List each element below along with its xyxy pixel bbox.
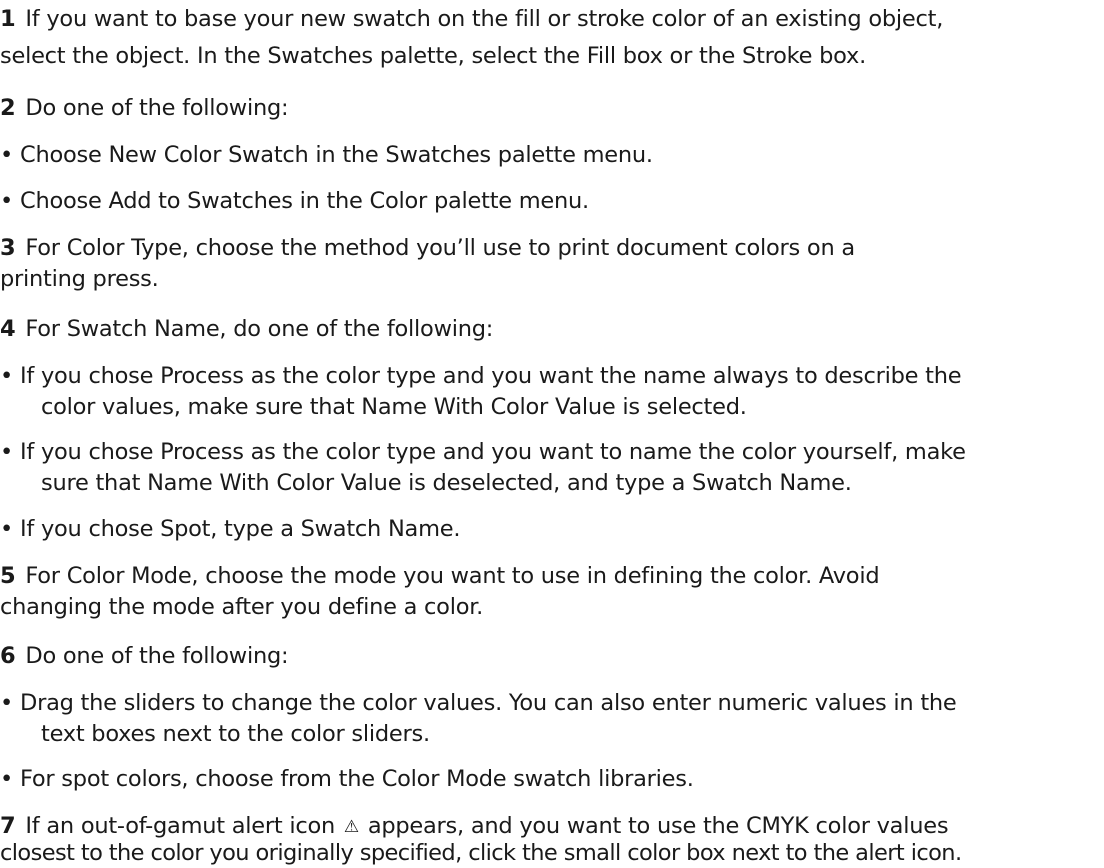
- step-number: 7: [0, 813, 16, 839]
- step-text: changing the mode after you define a col…: [0, 594, 484, 620]
- bullet-text: If you chose Spot, type a Swatch Name.: [20, 516, 461, 542]
- bullet-text-continued: sure that Name With Color Value is desel…: [41, 470, 852, 496]
- step-text: Do one of the following:: [25, 643, 289, 669]
- step-text: appears, and you want to use the CMYK co…: [367, 813, 949, 839]
- step-number: 6: [0, 643, 16, 669]
- step-5-line-1: 5 For Color Mode, choose the mode you wan…: [0, 561, 880, 591]
- bullet-dot: •: [0, 690, 14, 716]
- step-text: closest to the color you originally spec…: [0, 840, 962, 866]
- step-text: Do one of the following:: [25, 95, 289, 121]
- step-number: 1: [0, 6, 16, 32]
- bullet-text: If you chose Process as the color type a…: [20, 363, 962, 389]
- bullet-text: Drag the sliders to change the color val…: [20, 690, 957, 716]
- step-5-line-2: changing the mode after you define a col…: [0, 592, 483, 622]
- step-text: If an out-of-gamut alert icon: [25, 813, 336, 839]
- step-number: 4: [0, 316, 16, 342]
- step-6-line-1: 6 Do one of the following:: [0, 641, 289, 671]
- bullet-dot: •: [0, 766, 14, 792]
- step-text: For Swatch Name, do one of the following…: [25, 316, 494, 342]
- step-number: 3: [0, 235, 16, 261]
- step-3-line-1: 3 For Color Type, choose the method you’l…: [0, 233, 855, 263]
- bullet-dot: •: [0, 142, 14, 168]
- bullet-dot: •: [0, 516, 14, 542]
- bullet-text: Choose New Color Swatch in the Swatches …: [20, 142, 653, 168]
- bullet-text-continued: color values, make sure that Name With C…: [41, 394, 747, 420]
- step-text: select the object. In the Swatches palet…: [0, 43, 866, 69]
- step-4-line-1: 4 For Swatch Name, do one of the followin…: [0, 314, 493, 344]
- step-text: If you want to base your new swatch on t…: [25, 6, 944, 32]
- step-7-line-2: closest to the color you originally spec…: [0, 838, 962, 868]
- step-number: 2: [0, 95, 16, 121]
- step-number: 5: [0, 563, 16, 589]
- step-3-line-2: printing press.: [0, 264, 159, 294]
- step-2-line-1: 2 Do one of the following:: [0, 93, 289, 123]
- bullet-dot: •: [0, 439, 14, 465]
- step-1-line-2: select the object. In the Swatches palet…: [0, 41, 866, 71]
- bullet-dot: •: [0, 188, 14, 214]
- step-text: printing press.: [0, 266, 159, 292]
- bullet-dot: •: [0, 363, 14, 389]
- bullet-text: For spot colors, choose from the Color M…: [20, 766, 694, 792]
- bullet-text-continued: text boxes next to the color sliders.: [41, 721, 430, 747]
- warning-triangle-icon: ⚠: [343, 817, 359, 837]
- step-text: For Color Type, choose the method you’ll…: [25, 235, 855, 261]
- bullet-text: If you chose Process as the color type a…: [20, 439, 966, 465]
- step-text: For Color Mode, choose the mode you want…: [25, 563, 880, 589]
- bullet-text: Choose Add to Swatches in the Color pale…: [20, 188, 589, 214]
- step-1-line-1: 1 If you want to base your new swatch on …: [0, 4, 943, 34]
